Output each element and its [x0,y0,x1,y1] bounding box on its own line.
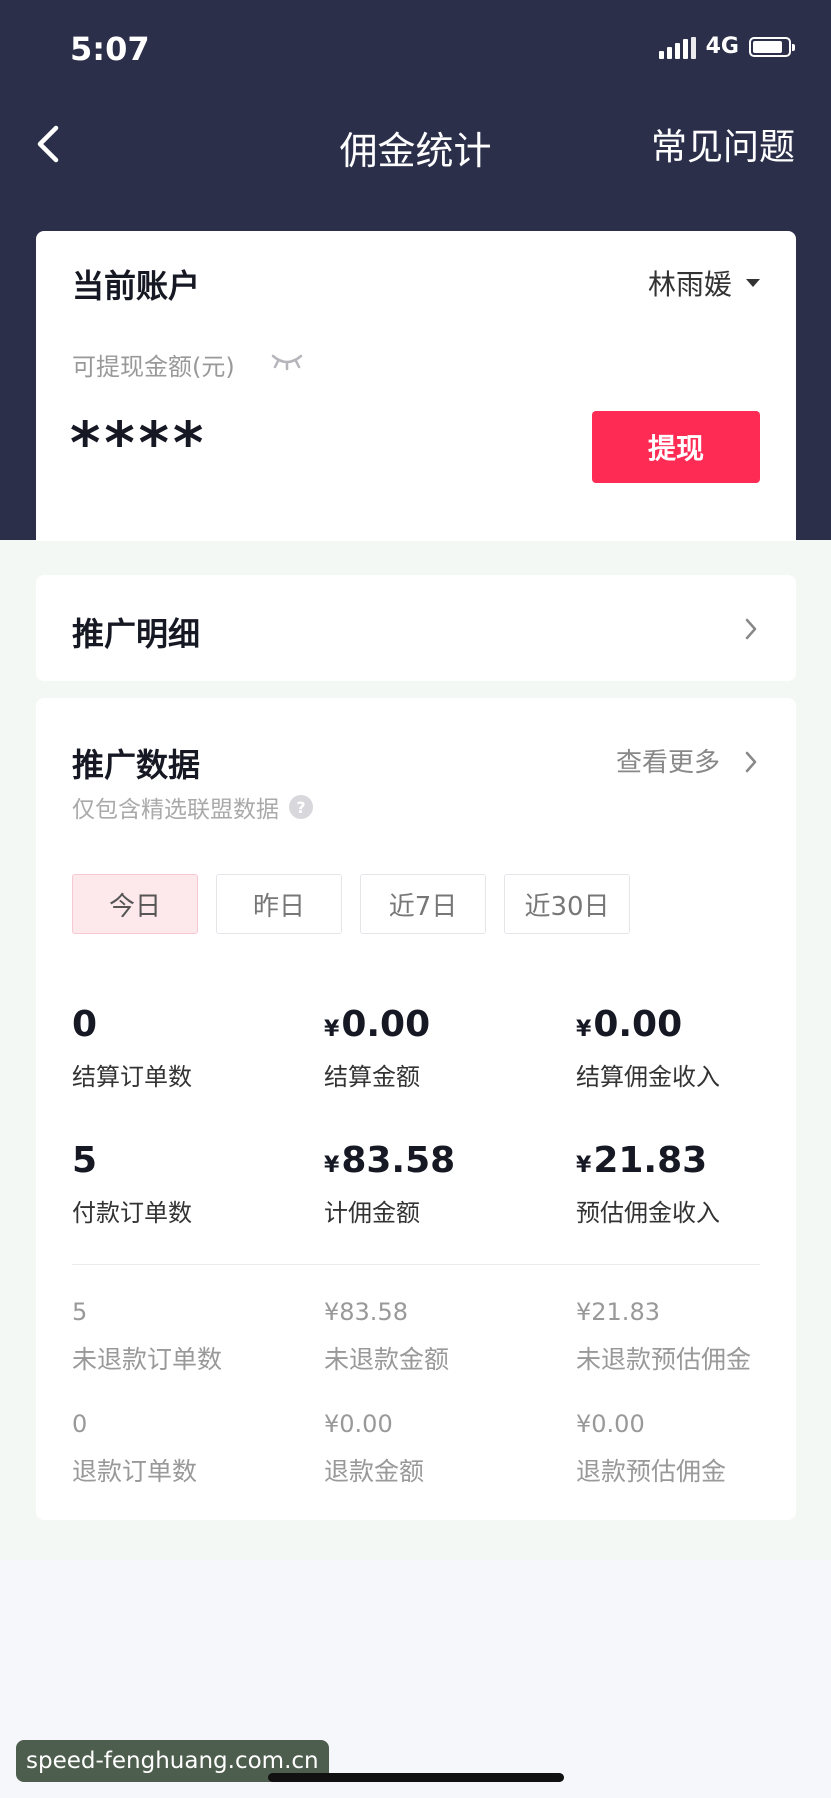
promo-data-subtitle-text: 仅包含精选联盟数据 [72,797,279,823]
currency-symbol: ¥ [576,1153,592,1178]
stat-value: ¥0.00 [324,1004,430,1045]
stat-settled-commission: ¥0.00 结算佣金收入 [576,1004,720,1092]
available-amount-label: 可提现金额(元) [72,353,235,381]
stat-value: ¥83.58 [324,1140,455,1181]
stat-label: 未退款预估佣金 [576,1345,752,1374]
stat-label: 结算订单数 [72,1063,192,1091]
stat-refund-orders: 0 退款订单数 [72,1410,197,1488]
stat-value: 0 [72,1410,88,1438]
stat-value: ¥21.83 [576,1140,720,1181]
promo-data-title: 推广数据 [72,746,201,784]
stat-unrefunded-amount: ¥83.58 未退款金额 [324,1298,449,1376]
currency-symbol: ¥ [324,1017,340,1042]
stat-refund-amount: ¥0.00 退款金额 [324,1410,424,1488]
stat-value-number: 0.00 [341,1004,431,1045]
account-user-name: 林雨媛 [647,268,732,301]
period-tabs: 今日 昨日 近7日 近30日 [72,874,630,934]
available-amount-masked: **** [70,409,208,477]
stat-value: 0 [72,1004,98,1045]
stat-value-number: 21.83 [593,1140,708,1181]
stat-unrefunded-orders: 5 未退款订单数 [72,1298,222,1376]
network-label: 4G [705,34,739,59]
caret-down-icon [746,279,760,287]
withdraw-button[interactable]: 提现 [592,411,760,483]
stat-refund-commission: ¥0.00 退款预估佣金 [576,1410,726,1488]
stat-settled-amount: ¥0.00 结算金额 [324,1004,430,1092]
faq-link[interactable]: 常见问题 [651,118,795,170]
stat-paid-orders: 5 付款订单数 [72,1140,192,1228]
stat-value: ¥83.58 [324,1298,408,1326]
promo-detail-row[interactable]: 推广明细 [36,575,796,681]
stat-label: 未退款订单数 [72,1345,223,1374]
promo-detail-label: 推广明细 [72,615,201,653]
tab-7-days[interactable]: 近7日 [360,874,486,934]
account-switcher[interactable]: 林雨媛 [648,263,760,303]
help-icon[interactable]: ? [289,795,313,819]
stat-label: 未退款金额 [324,1345,450,1374]
stat-estimated-commission: ¥21.83 预估佣金收入 [576,1140,720,1228]
currency-symbol: ¥ [324,1153,340,1178]
status-time: 5:07 [70,30,150,68]
stat-unrefunded-commission: ¥21.83 未退款预估佣金 [576,1298,751,1376]
view-more-link[interactable]: 查看更多 [616,742,720,779]
chevron-right-icon [745,618,757,640]
promo-data-card: 推广数据 查看更多 仅包含精选联盟数据 ? 今日 昨日 近7日 近30日 0 结… [36,698,796,1520]
currency-symbol: ¥ [576,1017,592,1042]
stat-label: 退款预估佣金 [576,1457,727,1486]
tab-yesterday[interactable]: 昨日 [216,874,342,934]
signal-icon [658,35,696,59]
stat-label: 计佣金额 [324,1199,420,1227]
stat-value: 5 [72,1298,88,1326]
eye-closed-icon[interactable] [270,352,304,372]
stat-settled-orders: 0 结算订单数 [72,1004,192,1092]
stat-value: ¥0.00 [576,1004,720,1045]
stat-label: 退款订单数 [72,1457,198,1486]
tab-30-days[interactable]: 近30日 [504,874,630,934]
stat-label: 结算佣金收入 [576,1063,720,1091]
divider [72,1264,760,1265]
stat-value: ¥0.00 [324,1410,393,1438]
stat-value-number: 83.58 [341,1140,456,1181]
account-card: 当前账户 林雨媛 可提现金额(元) **** 提现 [36,231,796,541]
battery-icon [749,36,795,57]
stat-value: ¥0.00 [576,1410,645,1438]
chevron-right-icon[interactable] [744,750,758,774]
stat-commissionable-amount: ¥83.58 计佣金额 [324,1140,455,1228]
tab-today[interactable]: 今日 [72,874,198,934]
stat-label: 预估佣金收入 [576,1199,720,1227]
stat-label: 付款订单数 [72,1199,192,1227]
promo-data-subtitle: 仅包含精选联盟数据 ? [72,790,313,824]
stat-value: ¥21.83 [576,1298,660,1326]
status-indicators: 4G [658,34,795,59]
stat-value: 5 [72,1140,98,1181]
stat-label: 退款金额 [324,1457,425,1486]
stat-value-number: 0.00 [593,1004,683,1045]
home-indicator[interactable] [268,1773,564,1782]
account-title: 当前账户 [72,267,201,305]
stat-label: 结算金额 [324,1063,420,1091]
